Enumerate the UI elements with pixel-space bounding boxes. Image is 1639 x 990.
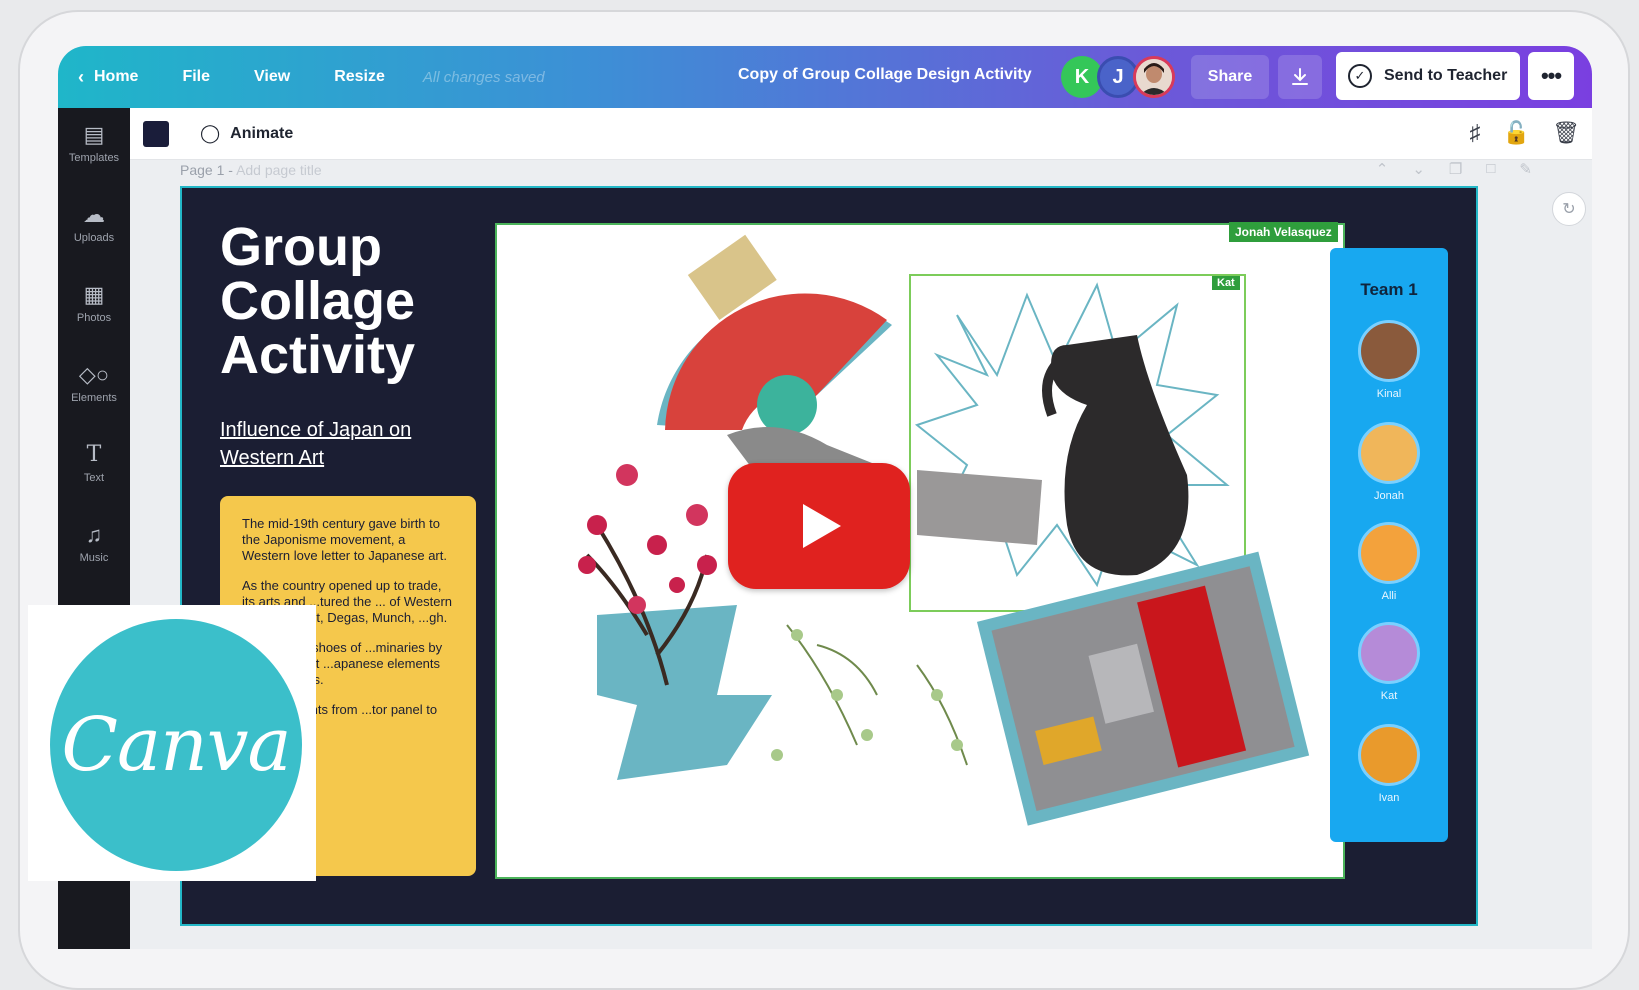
chevron-down-icon[interactable]: ⌄	[1412, 160, 1425, 178]
sidebar-label: Uploads	[73, 232, 115, 244]
avatar-photo[interactable]	[1133, 56, 1175, 98]
team-title: Team 1	[1360, 280, 1418, 299]
add-comment-icon[interactable]: ↻	[1552, 192, 1586, 226]
info-paragraph: The mid-19th century gave birth to the J…	[242, 516, 447, 563]
chevron-left-icon: ‹	[78, 66, 84, 87]
team-member[interactable]: Kat	[1330, 622, 1448, 702]
sidebar-item-photos[interactable]: ▦ Photos	[58, 282, 130, 324]
canva-logo: Canva	[50, 619, 302, 871]
page-number: Page 1 -	[180, 162, 233, 178]
share-button[interactable]: Share	[1191, 55, 1269, 99]
member-name: Kat	[1380, 690, 1398, 702]
send-to-teacher-label: Send to Teacher	[1384, 67, 1508, 84]
home-label: Home	[94, 68, 139, 85]
photos-icon: ▦	[83, 282, 105, 307]
sidebar-label: Elements	[71, 392, 117, 404]
chevron-up-icon[interactable]: ⌃	[1376, 160, 1389, 178]
member-avatar	[1358, 622, 1420, 684]
music-icon: ♫	[85, 522, 103, 547]
sidebar-item-music[interactable]: ♫ Music	[58, 522, 130, 564]
page-controls: ⌃ ⌄ ❐ □ ✎	[1376, 160, 1532, 178]
delete-page-icon[interactable]: □	[1486, 160, 1495, 178]
elements-icon: ◇○	[78, 362, 110, 387]
team-member[interactable]: Alli	[1330, 522, 1448, 602]
animate-label: Animate	[230, 124, 294, 142]
collaborator-avatars: K J	[1061, 56, 1175, 98]
member-name: Kinal	[1376, 388, 1402, 400]
resize-menu[interactable]: Resize	[334, 68, 385, 86]
sidebar-label: Music	[79, 552, 109, 564]
canva-logo-box: Canva	[28, 605, 316, 881]
video-play-button[interactable]	[728, 463, 910, 589]
member-name: Alli	[1381, 590, 1397, 602]
sidebar-item-text[interactable]: T Text	[58, 442, 130, 484]
top-bar: ‹ Home File View Resize All changes save…	[58, 46, 1592, 108]
sidebar-item-uploads[interactable]: ☁ Uploads	[58, 202, 130, 244]
duplicate-page-icon[interactable]: ❐	[1449, 160, 1462, 178]
canva-logo-text: Canva	[61, 702, 291, 788]
lock-icon[interactable]: 🔓	[1503, 120, 1530, 146]
trash-icon[interactable]: 🗑	[1552, 120, 1580, 146]
team-member[interactable]: Kinal	[1330, 320, 1448, 400]
editor-toolbar: ◯ Animate ♯ 🔓 🗑	[130, 108, 1592, 160]
user-photo-icon	[1136, 59, 1172, 95]
team-panel[interactable]: Team 1 Kinal Jonah Alli Kat Ivan	[1330, 248, 1448, 842]
member-avatar	[1358, 422, 1420, 484]
sidebar-item-elements[interactable]: ◇○ Elements	[58, 362, 130, 404]
download-icon	[1292, 68, 1308, 85]
file-menu[interactable]: File	[182, 68, 210, 86]
templates-icon: ▤	[83, 122, 105, 147]
member-avatar	[1358, 724, 1420, 786]
design-title[interactable]: Group Collage Activity	[220, 220, 480, 382]
sidebar-label: Text	[83, 472, 105, 484]
collaborator-cursor-label: Jonah Velasquez	[1229, 222, 1338, 242]
page-title-placeholder: Add page title	[236, 162, 322, 178]
view-menu[interactable]: View	[254, 68, 290, 86]
play-icon	[803, 504, 841, 548]
member-name: Jonah	[1374, 490, 1404, 502]
toolbar-right-tools: ♯ 🔓 🗑	[1470, 120, 1580, 146]
sidebar-label: Photos	[76, 312, 112, 324]
member-avatar	[1358, 522, 1420, 584]
design-subtitle[interactable]: Influence of Japan on Western Art	[220, 416, 460, 472]
page-label[interactable]: Page 1 - Add page title	[180, 162, 322, 178]
text-icon: T	[86, 442, 102, 467]
uploads-icon: ☁	[83, 202, 105, 227]
member-name: Ivan	[1378, 792, 1400, 804]
home-link[interactable]: ‹ Home	[78, 67, 138, 88]
color-swatch[interactable]	[143, 121, 169, 147]
sidebar-label: Templates	[68, 152, 120, 164]
check-circle-icon: ✓	[1348, 64, 1372, 88]
add-page-icon[interactable]: ✎	[1519, 160, 1532, 178]
collage-artwork	[578, 234, 1310, 826]
sidebar-item-templates[interactable]: ▤ Templates	[58, 122, 130, 164]
team-member[interactable]: Ivan	[1330, 724, 1448, 804]
collage-board[interactable]	[495, 223, 1345, 879]
paint-roller-icon[interactable]: ♯	[1470, 120, 1481, 146]
member-avatar	[1358, 320, 1420, 382]
document-title[interactable]: Copy of Group Collage Design Activity	[738, 66, 1032, 84]
save-status: All changes saved	[422, 68, 545, 86]
download-button[interactable]	[1278, 55, 1322, 99]
animate-icon: ◯	[200, 123, 221, 143]
team-member[interactable]: Jonah	[1330, 422, 1448, 502]
collaborator-cursor-label: Kat	[1212, 276, 1240, 290]
animate-button[interactable]: ◯ Animate	[200, 123, 293, 144]
send-to-teacher-button[interactable]: ✓ Send to Teacher	[1336, 52, 1520, 100]
more-options-button[interactable]: •••	[1528, 52, 1574, 100]
